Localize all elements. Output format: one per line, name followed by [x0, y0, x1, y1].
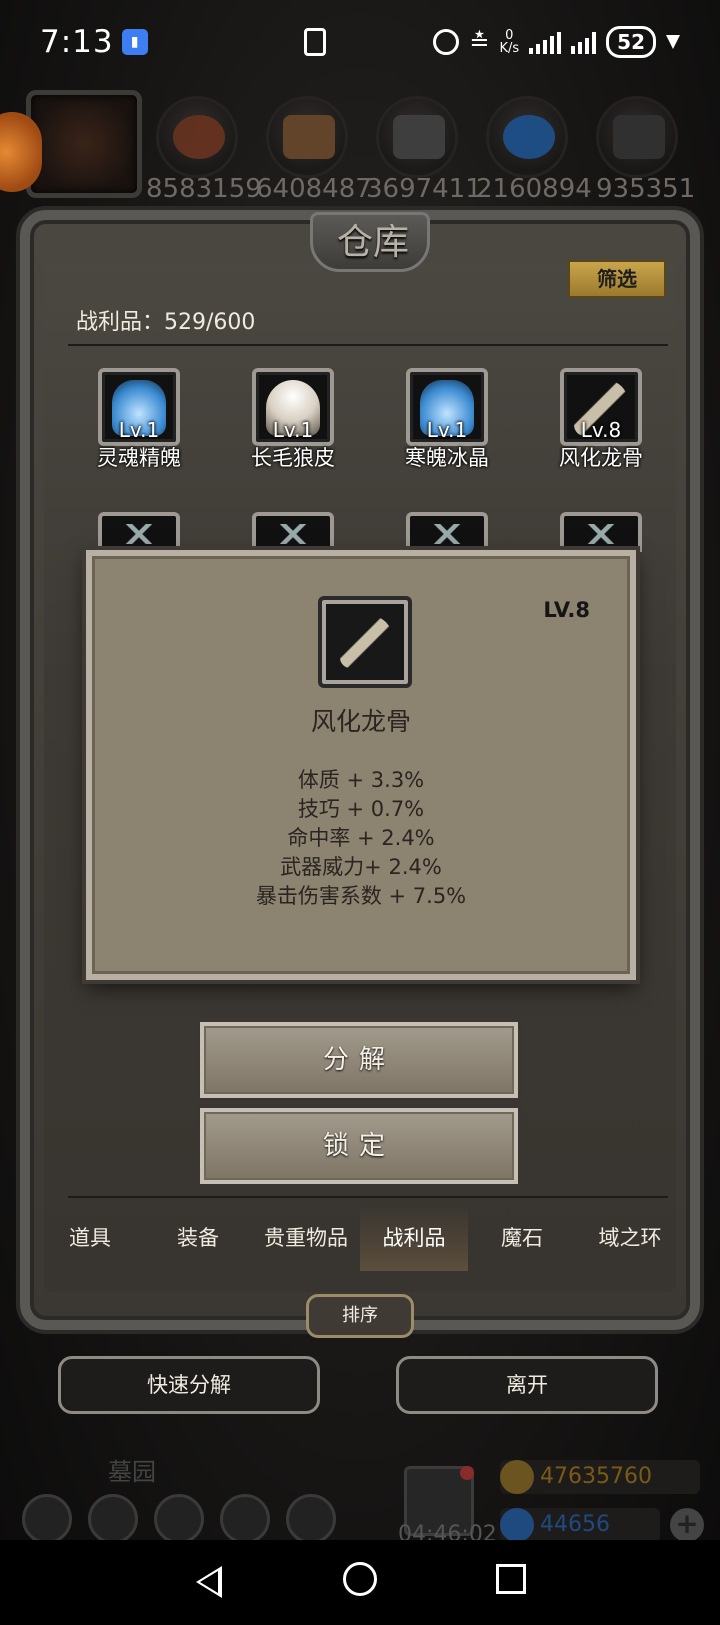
category-tabs: 道具 装备 贵重物品 战利品 魔石 域之环: [36, 1205, 684, 1271]
resource-wood-value: 6408487: [256, 174, 372, 204]
recent-apps-icon[interactable]: [496, 1564, 526, 1594]
avatar[interactable]: [26, 90, 142, 198]
item-slot-partial[interactable]: [252, 512, 334, 552]
item-name: 灵魂精魄: [97, 446, 181, 470]
title-plate: 仓库: [310, 212, 430, 272]
home-icon[interactable]: [343, 1562, 377, 1596]
detail-level: LV.8: [543, 598, 590, 622]
stat-line: 技巧 + 0.7%: [297, 797, 425, 821]
gold-display: 47635760: [500, 1460, 700, 1494]
signal-2-icon: [571, 30, 597, 54]
crossed-swords-icon: [432, 524, 462, 544]
divider-top: [68, 344, 668, 346]
gold-amount: 47635760: [540, 1464, 652, 1489]
status-indicators: ≛ 0 K/s 52: [433, 26, 680, 58]
back-icon[interactable]: [196, 1566, 222, 1598]
stat-line: 武器威力+ 2.4%: [280, 855, 442, 879]
gem-amount: 44656: [540, 1512, 610, 1537]
decompose-button[interactable]: 分解: [200, 1022, 518, 1098]
crystal-icon: [486, 96, 568, 178]
stat-line: 暴击伤害系数 + 7.5%: [255, 884, 467, 908]
crossed-swords-icon: [278, 524, 308, 544]
settings-icon[interactable]: [22, 1494, 72, 1544]
tab-equipment[interactable]: 装备: [144, 1205, 252, 1271]
add-currency-button[interactable]: +: [670, 1508, 704, 1542]
item-level: Lv.1: [272, 418, 314, 442]
signal-icon: [529, 30, 562, 54]
item-ice-crystal[interactable]: Lv.1 寒魄冰晶: [382, 368, 502, 478]
guild-icon[interactable]: [286, 1494, 336, 1544]
map-icon[interactable]: [154, 1494, 204, 1544]
detail-item-name: 风化龙骨: [310, 707, 411, 736]
bluetooth-icon: ≛: [469, 28, 490, 56]
tab-items[interactable]: 道具: [36, 1205, 144, 1271]
resource-ore-value: 935351: [596, 174, 696, 204]
resource-food-value: 8583159: [146, 174, 262, 204]
divider-bottom: [68, 1196, 668, 1198]
app-notification-icon: ▮: [121, 29, 148, 55]
resource-bar: 8583159 6408487 3697411 2160894 935351: [0, 88, 720, 208]
item-wolf-pelt[interactable]: Lv.1 长毛狼皮: [228, 368, 348, 478]
weapon-icon: [124, 524, 154, 544]
gem-icon: [500, 1508, 534, 1542]
gold-coin-icon: [500, 1460, 534, 1494]
item-name: 风化龙骨: [559, 446, 643, 470]
resource-crystal-value: 2160894: [476, 174, 592, 204]
quick-decompose-button[interactable]: 快速分解: [58, 1356, 320, 1414]
alarm-icon: [433, 29, 460, 55]
filter-button[interactable]: 筛选: [568, 260, 666, 298]
status-bar: 7:13 ▮ ≛ 0 K/s 52: [0, 0, 720, 84]
item-slot-partial[interactable]: [560, 512, 642, 552]
status-time: 7:13: [40, 24, 114, 60]
nfc-icon: [304, 28, 326, 56]
tab-domain-rings[interactable]: 域之环: [576, 1205, 684, 1271]
trophy-count: 战利品：529/600: [76, 310, 256, 335]
item-name: 寒魄冰晶: [405, 446, 489, 470]
leave-button[interactable]: 离开: [396, 1356, 658, 1414]
item-level: Lv.1: [426, 418, 468, 442]
tab-magic-stones[interactable]: 魔石: [468, 1205, 576, 1271]
item-level: Lv.1: [118, 418, 160, 442]
dragon-bone-icon: [340, 616, 392, 668]
battery-level: 52: [617, 30, 645, 54]
location-label: 墓园: [108, 1458, 156, 1486]
page-title: 仓库: [336, 222, 409, 263]
resource-iron-value: 3697411: [366, 174, 482, 204]
wood-icon: [266, 96, 348, 178]
lock-button[interactable]: 锁定: [200, 1108, 518, 1184]
sort-button[interactable]: 排序: [306, 1294, 414, 1338]
charging-icon: [666, 35, 680, 49]
hero-icon[interactable]: [88, 1494, 138, 1544]
iron-icon: [376, 96, 458, 178]
detail-stats: 体质 + 3.3% 技巧 + 0.7% 命中率 + 2.4% 武器威力+ 2.4…: [92, 766, 630, 911]
detail-item-slot: [318, 596, 412, 688]
notification-dot: [460, 1466, 474, 1480]
tab-valuables[interactable]: 贵重物品: [252, 1205, 360, 1271]
stat-line: 体质 + 3.3%: [297, 768, 425, 792]
item-name: 长毛狼皮: [251, 446, 335, 470]
item-detail-popup: LV.8 风化龙骨 体质 + 3.3% 技巧 + 0.7% 命中率 + 2.4%…: [86, 550, 636, 980]
item-slot-partial[interactable]: [98, 512, 180, 552]
network-speed: 0 K/s: [499, 29, 519, 55]
item-slot-partial[interactable]: [406, 512, 488, 552]
ore-icon: [596, 96, 678, 178]
network-speed-unit: K/s: [499, 41, 520, 56]
item-dragon-bone[interactable]: Lv.8 风化龙骨: [536, 368, 656, 478]
system-nav-bar: [0, 1540, 720, 1625]
food-icon: [156, 96, 238, 178]
mail-icon[interactable]: [220, 1494, 270, 1544]
treasure-chest-icon[interactable]: [0, 112, 42, 192]
stat-line: 命中率 + 2.4%: [287, 826, 435, 850]
tab-trophies[interactable]: 战利品: [360, 1205, 468, 1271]
crossed-swords-icon: [586, 524, 616, 544]
item-soul-essence[interactable]: Lv.1 灵魂精魄: [74, 368, 194, 478]
item-level: Lv.8: [580, 418, 622, 442]
battery-indicator: 52: [606, 26, 656, 58]
gem-display: 44656: [500, 1508, 660, 1542]
